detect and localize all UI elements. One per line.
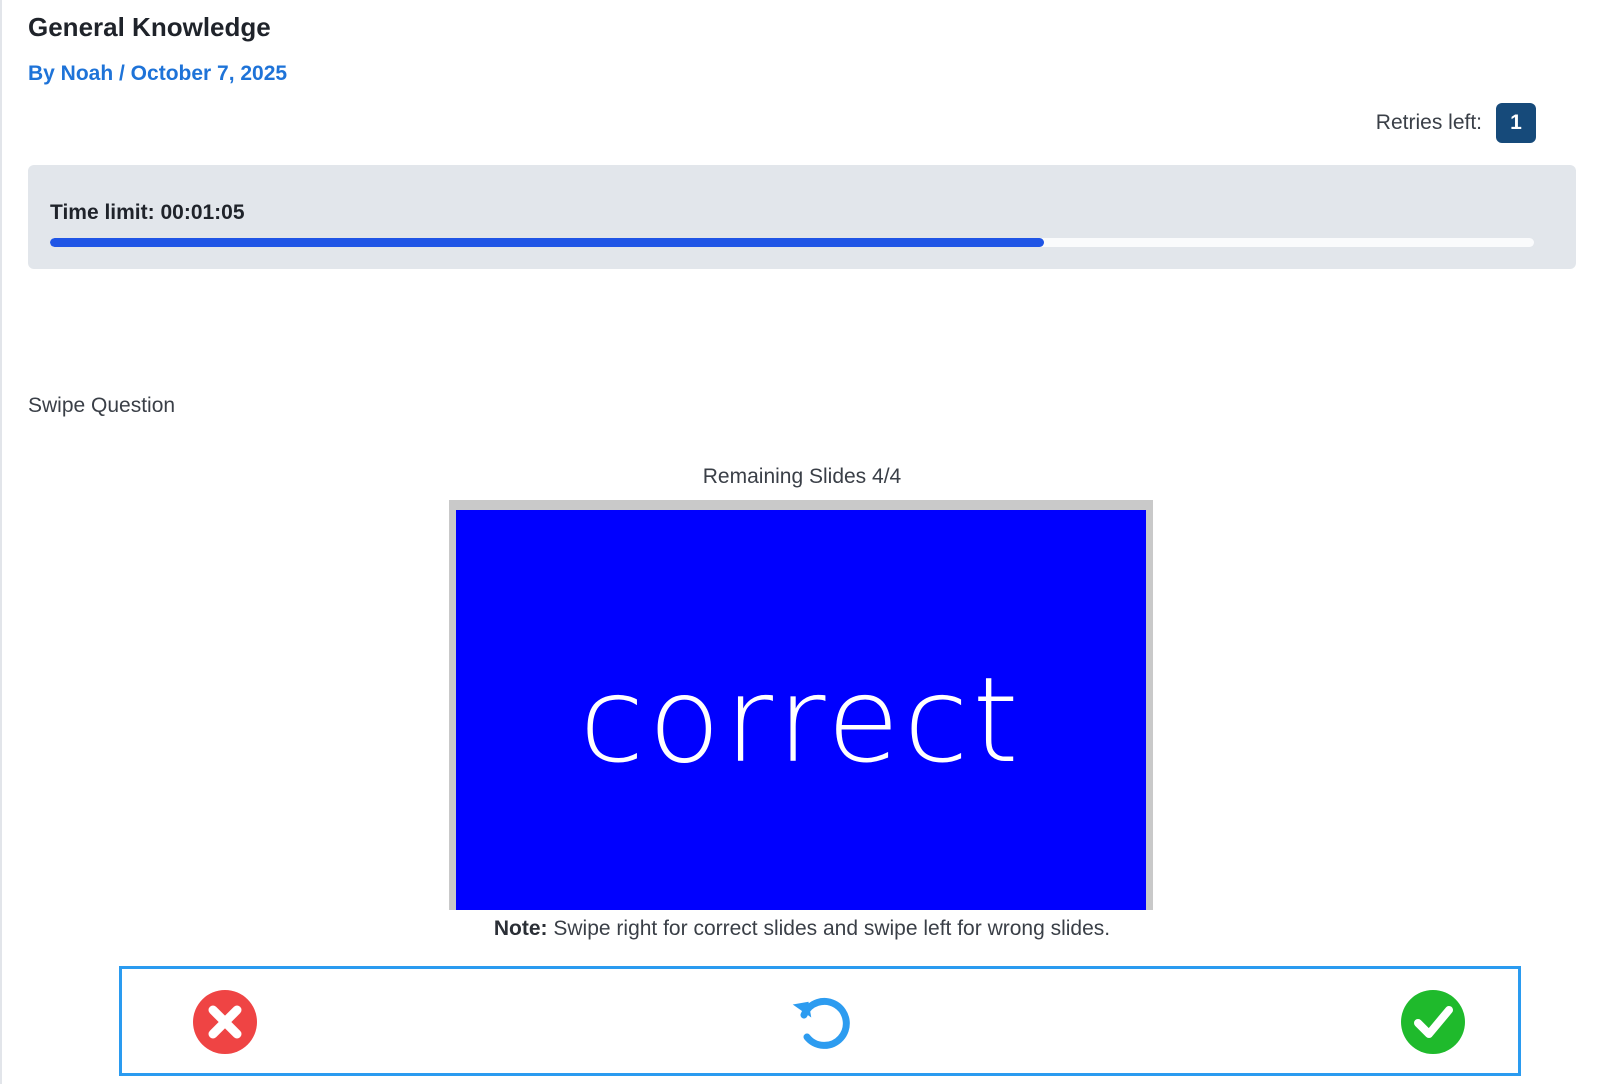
note-text: Swipe right for correct slides and swipe…: [547, 917, 1111, 940]
slide-content: correct: [456, 510, 1146, 910]
byline-link[interactable]: By Noah / October 7, 2025: [28, 62, 287, 85]
author-date-byline[interactable]: By Noah / October 7, 2025: [28, 62, 287, 86]
retries-label: Retries left:: [1375, 111, 1482, 134]
time-limit-label: Time limit: 00:01:05: [50, 201, 245, 224]
x-circle-icon: [193, 990, 257, 1054]
wrong-button[interactable]: [192, 989, 258, 1055]
time-progress-track: [50, 238, 1534, 247]
quiz-page: General Knowledge By Noah / October 7, 2…: [0, 0, 1600, 1084]
correct-button[interactable]: [1400, 989, 1466, 1055]
page-title: General Knowledge: [28, 12, 271, 42]
note-prefix: Note:: [493, 917, 548, 940]
question-type-label: Swipe Question: [28, 394, 176, 417]
swipe-controls: [119, 966, 1521, 1076]
reset-button[interactable]: [788, 989, 854, 1055]
undo-icon: [792, 997, 850, 1049]
remaining-slides-counter: Remaining Slides 4/4: [702, 465, 902, 488]
retries-indicator: Retries left: 1: [1376, 103, 1536, 143]
swipe-note: Note: Swipe right for correct slides and…: [2, 917, 1600, 941]
retries-count-badge: 1: [1496, 103, 1536, 143]
timer-panel: Time limit: 00:01:05: [28, 165, 1576, 269]
check-circle-icon: [1401, 990, 1465, 1054]
time-progress-fill: [50, 238, 1045, 247]
slide-card[interactable]: correct: [449, 500, 1153, 910]
